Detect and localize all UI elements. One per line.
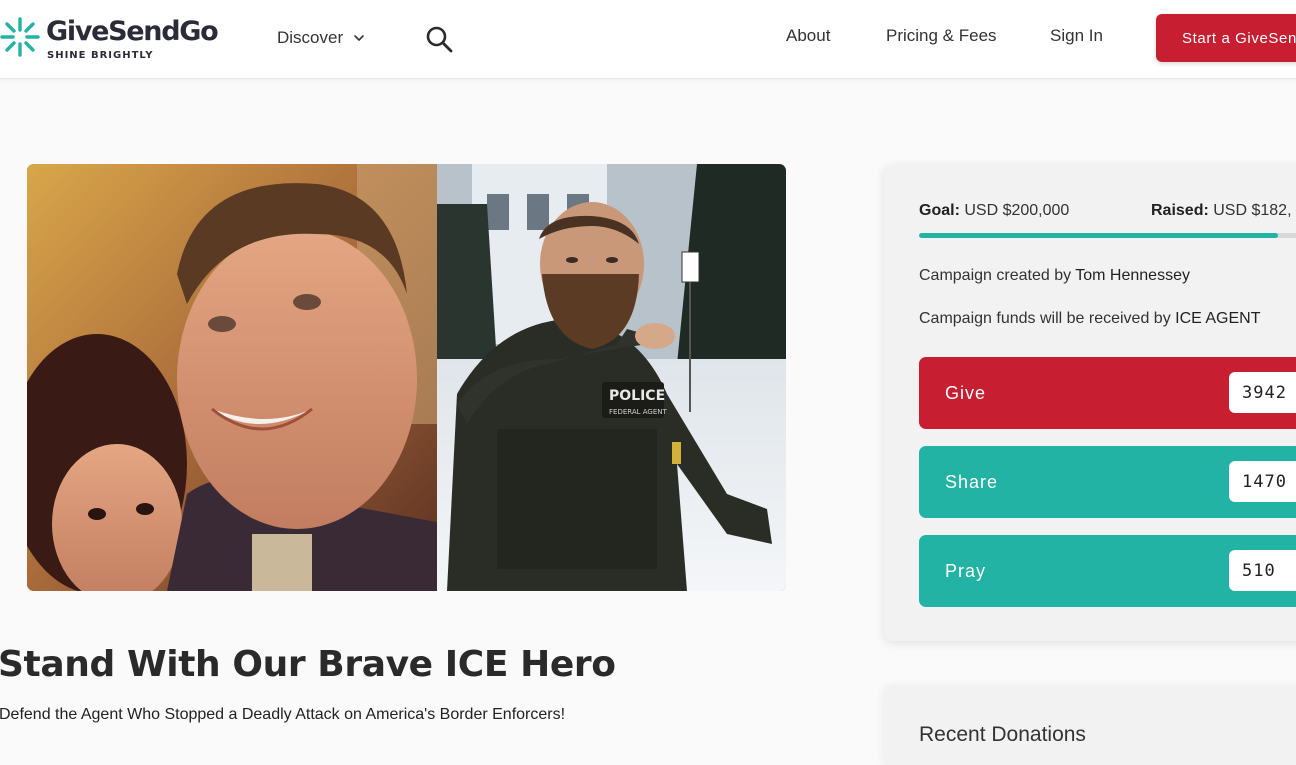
goal-value: USD $200,000 — [964, 202, 1070, 219]
funds-receiver: ICE AGENT — [1175, 310, 1261, 327]
nav-signin[interactable]: Sign In — [1050, 26, 1103, 46]
give-label: Give — [945, 382, 987, 403]
funding-progress-fill — [919, 233, 1279, 238]
start-campaign-label: Start a GiveSendGo — [1182, 29, 1296, 47]
search-icon[interactable] — [424, 24, 454, 54]
pray-count: 510 — [1229, 550, 1296, 591]
campaign-stats-card: Goal: USD $200,000 Raised: USD $182, Cam… — [884, 165, 1296, 641]
nav-discover-label: Discover — [277, 28, 344, 47]
brand-name: GiveSendGo — [46, 16, 219, 47]
campaign-subtitle: Defend the Agent Who Stopped a Deadly At… — [0, 706, 566, 723]
pray-button[interactable]: Pray 510 — [919, 535, 1296, 607]
funds-received-line: Campaign funds will be received by ICE A… — [919, 310, 1261, 328]
raised-value: USD $182, — [1213, 202, 1292, 219]
raised-text: Raised: USD $182, — [1151, 202, 1292, 220]
campaign-created-line: Campaign created by Tom Hennessey — [919, 267, 1190, 285]
campaign-hero-image: POLICE FEDERAL AGENT — [27, 164, 786, 591]
share-count: 1470 — [1229, 461, 1296, 502]
goal-text: Goal: USD $200,000 — [919, 202, 1069, 220]
funds-prefix: Campaign funds will be received by — [919, 310, 1171, 327]
share-label: Share — [945, 471, 999, 492]
start-campaign-button[interactable]: Start a GiveSendGo — [1156, 14, 1296, 62]
created-prefix: Campaign created by — [919, 267, 1072, 284]
pray-label: Pray — [945, 560, 987, 581]
brand-tagline: SHINE BRIGHTLY — [47, 50, 154, 61]
funding-progress-bar — [919, 233, 1296, 238]
give-count: 3942 — [1229, 372, 1296, 413]
goal-label: Goal: — [919, 202, 960, 219]
recent-donations-card: Recent Donations — [884, 685, 1296, 765]
campaign-photo-collage: POLICE FEDERAL AGENT — [27, 164, 786, 591]
creator-name[interactable]: Tom Hennessey — [1075, 267, 1190, 284]
share-button[interactable]: Share 1470 — [919, 446, 1296, 518]
starburst-logo-icon — [0, 17, 40, 57]
recent-donations-title: Recent Donations — [919, 723, 1086, 746]
nav-about[interactable]: About — [786, 26, 830, 46]
nav-discover[interactable]: Discover — [277, 26, 365, 50]
campaign-title: Stand With Our Brave ICE Hero — [0, 644, 616, 685]
police-patch-subtext: FEDERAL AGENT — [609, 408, 668, 416]
chevron-down-icon — [354, 35, 364, 41]
nav-pricing[interactable]: Pricing & Fees — [886, 26, 997, 46]
raised-label: Raised: — [1151, 202, 1209, 219]
police-patch-text: POLICE — [609, 388, 665, 404]
give-button[interactable]: Give 3942 — [919, 357, 1296, 429]
top-navbar: GiveSendGo SHINE BRIGHTLY Discover About… — [0, 0, 1296, 79]
